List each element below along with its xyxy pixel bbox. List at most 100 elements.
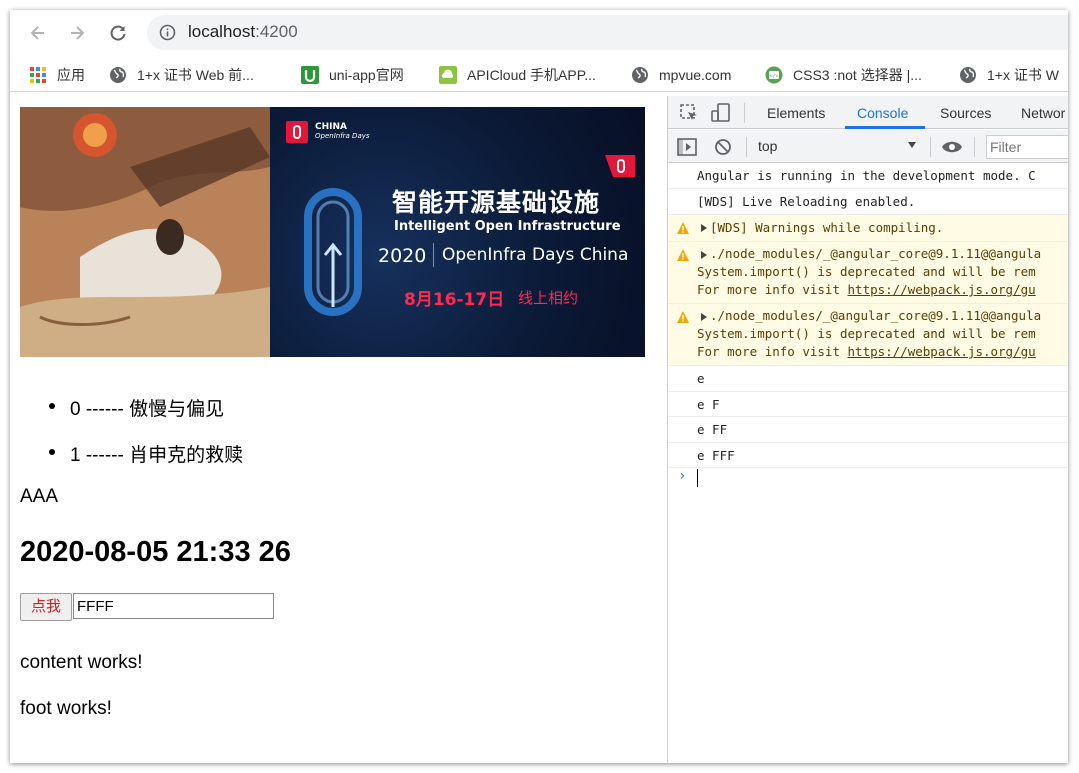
console-warning[interactable]: [WDS] Warnings while compiling.: [668, 215, 1068, 242]
page-content: CHINA OpenInfra Days 智能开源基础设施 Intelligen…: [10, 96, 666, 763]
globe-icon: [631, 66, 649, 84]
list-item: 1 ------ 肖申克的救赎: [70, 440, 243, 467]
list-item-title: 肖申克的救赎: [129, 445, 244, 466]
list-item-title: 傲慢与偏见: [129, 399, 225, 420]
filter-input[interactable]: [986, 135, 1068, 159]
tab-network[interactable]: Networ: [1021, 105, 1065, 121]
console-message-text: System.import() is deprecated and will b…: [697, 264, 1036, 279]
uniapp-logo-icon: [301, 66, 319, 84]
console-message-text: Angular is running in the development mo…: [697, 168, 1036, 183]
bookmark-1x-web[interactable]: 1+x 证书 Web 前...: [109, 63, 254, 87]
aaa-text: AAA: [20, 486, 59, 507]
content-works-text: content works!: [20, 652, 143, 673]
context-selector[interactable]: top: [758, 138, 777, 154]
devtools-panel: Elements Console Sources Networ top Filt…: [667, 96, 1068, 763]
back-button[interactable]: [24, 19, 52, 47]
chevron-down-icon[interactable]: [908, 142, 916, 148]
apicloud-logo-icon: [439, 66, 457, 84]
console-message-text: ./node_modules/_@angular_core@9.1.11@@an…: [710, 246, 1042, 261]
console-prompt-icon: ›: [678, 468, 687, 484]
bookmark-uniapp[interactable]: uni-app官网: [301, 63, 404, 87]
console-message[interactable]: e FFF: [668, 443, 1068, 468]
devtools-tabbar: Elements Console Sources Networ: [668, 96, 1068, 129]
webpack-docs-link[interactable]: https://webpack.js.org/gu: [848, 282, 1036, 297]
openinfra-logo-icon: [286, 121, 308, 143]
click-me-button[interactable]: 点我: [20, 593, 72, 621]
bookmark-label: CSS3 :not 选择器 |...: [793, 67, 922, 83]
globe-icon: [109, 66, 127, 84]
url-port: :4200: [255, 22, 298, 41]
warning-icon: [677, 222, 689, 234]
browser-toolbar: localhost:4200: [10, 10, 1068, 56]
url-host: localhost: [188, 22, 256, 41]
forward-button[interactable]: [63, 19, 91, 47]
console-message[interactable]: Angular is running in the development mo…: [668, 164, 1068, 189]
console-message-text: For more info visit: [697, 282, 848, 297]
browser-window: localhost:4200 应用 1+x 证书 Web 前... uni-ap…: [10, 10, 1068, 763]
bookmark-apps[interactable]: 应用: [29, 63, 85, 87]
banner-headline-en: Intelligent Open Infrastructure: [394, 219, 621, 234]
inspect-element-icon[interactable]: [678, 102, 700, 124]
device-toolbar-icon[interactable]: [710, 102, 732, 124]
console-message-text: [WDS] Warnings while compiling.: [710, 220, 944, 235]
banner-event: OpenInfra Days China: [442, 245, 629, 265]
sidebar-toggle-icon[interactable]: [676, 136, 698, 158]
list-bullet: [49, 449, 55, 455]
warning-icon: [677, 249, 689, 261]
banner-logo-line2: OpenInfra Days: [315, 132, 370, 140]
console-message-text: e F: [697, 397, 720, 412]
list-item-index: 0: [70, 399, 81, 420]
tab-sources[interactable]: Sources: [940, 105, 991, 121]
banner-photo: [20, 107, 270, 357]
tab-console[interactable]: Console: [857, 105, 908, 121]
arrow-right-icon: [71, 26, 85, 40]
eye-icon[interactable]: [940, 136, 964, 158]
console-input-caret[interactable]: [697, 469, 698, 487]
text-input[interactable]: [73, 593, 274, 619]
info-icon[interactable]: [159, 24, 176, 45]
bookmark-label: APICloud 手机APP...: [467, 67, 596, 83]
tab-elements[interactable]: Elements: [767, 105, 825, 121]
reload-button[interactable]: [104, 19, 132, 47]
console-message[interactable]: e: [668, 366, 1068, 392]
banner-headline-cn: 智能开源基础设施: [392, 188, 601, 217]
console-message[interactable]: e F: [668, 392, 1068, 417]
console-message-text: For more info visit: [697, 344, 848, 359]
bookmark-mpvue[interactable]: mpvue.com: [631, 63, 731, 87]
openinfra-logo-small-icon: [605, 155, 635, 177]
console-message-text: System.import() is deprecated and will b…: [697, 326, 1036, 341]
warning-icon: [677, 311, 689, 323]
console-warning[interactable]: ./node_modules/_@angular_core@9.1.11@@an…: [668, 304, 1068, 366]
reload-icon: [110, 25, 126, 41]
list-bullet: [49, 403, 55, 409]
console-message-text: e FFF: [697, 448, 735, 463]
console-message[interactable]: e FF: [668, 417, 1068, 443]
bookmark-label: 应用: [57, 67, 85, 83]
expand-triangle-icon[interactable]: [701, 224, 707, 232]
clear-console-icon[interactable]: [712, 136, 734, 158]
console-warning[interactable]: ./node_modules/_@angular_core@9.1.11@@an…: [668, 242, 1068, 304]
globe-icon: [959, 66, 977, 84]
datetime-heading: 2020-08-05 21:33 26: [20, 536, 291, 568]
bookmark-1x-w[interactable]: 1+x 证书 W: [959, 63, 1059, 87]
banner-event-panel: CHINA OpenInfra Days 智能开源基础设施 Intelligen…: [270, 107, 645, 357]
console-message-text: e FF: [697, 422, 728, 437]
address-bar[interactable]: localhost:4200: [147, 15, 1068, 50]
webpack-docs-link[interactable]: https://webpack.js.org/gu: [848, 344, 1036, 359]
bookmark-label: uni-app官网: [329, 67, 404, 83]
console-toolbar: top: [668, 130, 1068, 163]
bookmark-css3-not[interactable]: </> CSS3 :not 选择器 |...: [765, 63, 922, 87]
banner-date: 8月16-17日: [404, 290, 505, 310]
list-item: 0 ------ 傲慢与偏见: [70, 394, 224, 421]
bookmark-label: 1+x 证书 W: [987, 67, 1059, 83]
console-message[interactable]: [WDS] Live Reloading enabled.: [668, 189, 1068, 215]
list-item-sep: ------: [85, 399, 124, 420]
bookmarks-bar: 应用 1+x 证书 Web 前... uni-app官网 APICloud 手机…: [10, 58, 1068, 92]
expand-triangle-icon[interactable]: [701, 251, 707, 259]
banner-logo-line1: CHINA: [315, 122, 347, 132]
apps-grid-icon: [29, 66, 47, 84]
bookmark-apicloud[interactable]: APICloud 手机APP...: [439, 63, 596, 87]
expand-triangle-icon[interactable]: [701, 313, 707, 321]
arrow-left-icon: [30, 26, 44, 40]
banner-year: 2020: [378, 245, 427, 267]
